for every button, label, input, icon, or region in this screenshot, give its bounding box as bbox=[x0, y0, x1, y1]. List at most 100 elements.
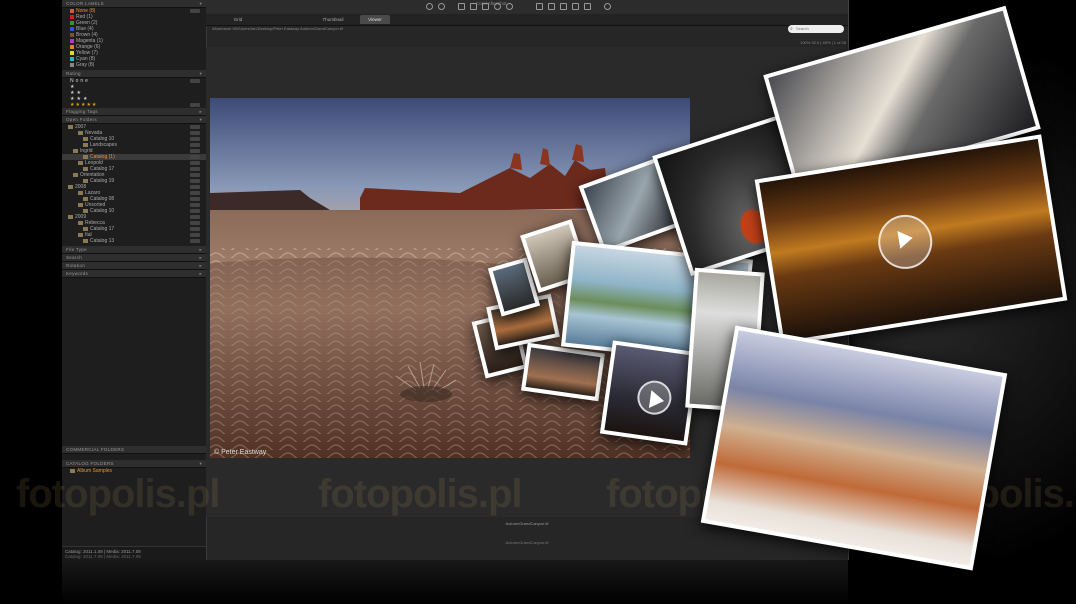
folder-icon bbox=[78, 220, 83, 225]
tab-thumbnail[interactable]: Thumbnail bbox=[310, 15, 356, 24]
folder-icon bbox=[78, 130, 83, 135]
status-line: Catalog: 2011.7.08 | Media: 2011.7.08 bbox=[65, 554, 141, 559]
color-label-item[interactable]: Gray (8) bbox=[62, 62, 206, 68]
filmstrip-icon[interactable] bbox=[560, 3, 567, 10]
folder-icon bbox=[78, 160, 83, 165]
count-badge bbox=[190, 197, 200, 201]
rating-list: None ★ ★★ ★★★ ★★★★★ bbox=[62, 78, 206, 108]
crop-icon[interactable] bbox=[458, 3, 465, 10]
folder-icon bbox=[78, 232, 83, 237]
count-badge bbox=[190, 173, 200, 177]
chevron-down-icon[interactable]: ▾ bbox=[199, 0, 202, 7]
photo-copyright: © Peter Eastway bbox=[214, 449, 267, 456]
count-badge bbox=[190, 167, 200, 171]
panel-title: File Type bbox=[66, 247, 87, 252]
commercial-folders-header[interactable]: COMMERCIAL FOLDERS bbox=[62, 446, 206, 454]
play-icon[interactable] bbox=[874, 211, 937, 273]
gear-icon[interactable] bbox=[604, 3, 611, 10]
panel-title: Search bbox=[66, 255, 83, 260]
filename-caption: AutumnGrandCanyon.tif bbox=[505, 540, 549, 545]
folder-icon bbox=[83, 136, 88, 141]
print-icon[interactable] bbox=[572, 3, 579, 10]
chevron-right-icon[interactable]: ▸ bbox=[199, 246, 202, 253]
window-reflection bbox=[62, 560, 848, 604]
color-swatch-icon bbox=[70, 38, 74, 43]
tab-viewer[interactable]: Viewer bbox=[360, 15, 390, 24]
folders-header[interactable]: Open Folders ▾ bbox=[62, 116, 206, 124]
panel-header[interactable]: Keywords ▸ bbox=[62, 270, 206, 278]
brush-icon[interactable] bbox=[482, 3, 489, 10]
status-bar: Catalog: 2011.1.08 | Media: 2011.7.08 Ca… bbox=[62, 546, 206, 560]
chevron-down-icon[interactable]: ▾ bbox=[199, 460, 202, 467]
toolbar: Corel AfterShot bbox=[206, 0, 848, 15]
rating-header[interactable]: Rating ▾ bbox=[62, 70, 206, 78]
count-badge bbox=[190, 9, 200, 13]
folder-icon bbox=[83, 142, 88, 147]
folder-label: Catalog 13 bbox=[90, 238, 115, 244]
search-input[interactable]: ⌕ Search bbox=[788, 25, 844, 33]
folder-icon bbox=[68, 214, 73, 219]
folder-item[interactable]: Catalog 13 bbox=[62, 238, 206, 244]
tab-grid[interactable]: Grid bbox=[220, 15, 256, 24]
count-badge bbox=[190, 185, 200, 189]
count-badge bbox=[190, 227, 200, 231]
folder-icon bbox=[73, 172, 78, 177]
compare-icon[interactable] bbox=[536, 3, 543, 10]
color-swatch-icon bbox=[70, 56, 74, 61]
zoom-info: 100% 32.0 | 45% | 1 of 26 bbox=[800, 40, 846, 45]
search-icon: ⌕ bbox=[790, 26, 793, 32]
grid-icon[interactable] bbox=[548, 3, 555, 10]
color-label-text: Gray (8) bbox=[76, 62, 95, 68]
panel-header[interactable]: File Type ▸ bbox=[62, 246, 206, 254]
count-badge bbox=[190, 221, 200, 225]
count-badge bbox=[190, 179, 200, 183]
panel-header[interactable]: Search ▸ bbox=[62, 254, 206, 262]
count-badge bbox=[190, 191, 200, 195]
folder-icon bbox=[83, 154, 88, 159]
color-swatch-icon bbox=[70, 50, 74, 55]
rotate-left-icon[interactable] bbox=[426, 3, 433, 10]
hand-icon[interactable] bbox=[494, 3, 501, 10]
count-badge bbox=[190, 149, 200, 153]
video-card bbox=[599, 340, 701, 446]
folder-icon bbox=[68, 124, 73, 129]
count-badge bbox=[190, 209, 200, 213]
count-badge bbox=[190, 137, 200, 141]
count-badge bbox=[190, 155, 200, 159]
catalog-folders-header[interactable]: CATALOG FOLDERS ▾ bbox=[62, 460, 206, 468]
window-title: Corel AfterShot bbox=[476, 1, 507, 6]
chevron-down-icon[interactable]: ▾ bbox=[199, 70, 202, 77]
count-badge bbox=[190, 143, 200, 147]
color-swatch-icon bbox=[70, 26, 74, 31]
rotate-right-icon[interactable] bbox=[438, 3, 445, 10]
chevron-right-icon[interactable]: ▸ bbox=[199, 270, 202, 277]
flagging-header[interactable]: Flagging Tags ▸ bbox=[62, 108, 206, 116]
count-badge bbox=[190, 125, 200, 129]
straighten-icon[interactable] bbox=[470, 3, 477, 10]
folder-icon bbox=[78, 202, 83, 207]
watermark: fotopolis.pl bbox=[318, 472, 523, 516]
chevron-down-icon[interactable]: ▾ bbox=[199, 116, 202, 123]
count-badge bbox=[190, 161, 200, 165]
play-icon[interactable] bbox=[635, 378, 674, 417]
folder-icon bbox=[83, 226, 88, 231]
color-swatch-icon bbox=[70, 14, 74, 19]
chevron-right-icon[interactable]: ▸ bbox=[199, 108, 202, 115]
color-swatch-icon bbox=[70, 8, 74, 13]
panel-header[interactable]: Rotation ▸ bbox=[62, 262, 206, 270]
folder-icon bbox=[73, 148, 78, 153]
chevron-right-icon[interactable]: ▸ bbox=[199, 254, 202, 261]
color-swatch-icon bbox=[70, 62, 74, 67]
panel-title: Rotation bbox=[66, 263, 86, 268]
color-label-list: None (8) Red (1) Green (2) Blue (4) Brown (4… bbox=[62, 8, 206, 68]
color-labels-header[interactable]: COLOR LABELS ▾ bbox=[62, 0, 206, 8]
watermark: fotopolis.pl bbox=[16, 472, 221, 516]
chevron-right-icon[interactable]: ▸ bbox=[199, 262, 202, 269]
folder-icon bbox=[83, 178, 88, 183]
export-icon[interactable] bbox=[584, 3, 591, 10]
file-path: /Macintosh HD/Users/Ian/Desktop/Peter Ea… bbox=[212, 26, 343, 31]
color-swatch-icon bbox=[70, 44, 74, 49]
zoom-icon[interactable] bbox=[506, 3, 513, 10]
folder-tree: 2007 Nevada Catalog 10 Landscapes Ingrid Cata… bbox=[62, 124, 206, 244]
count-badge bbox=[190, 79, 200, 83]
